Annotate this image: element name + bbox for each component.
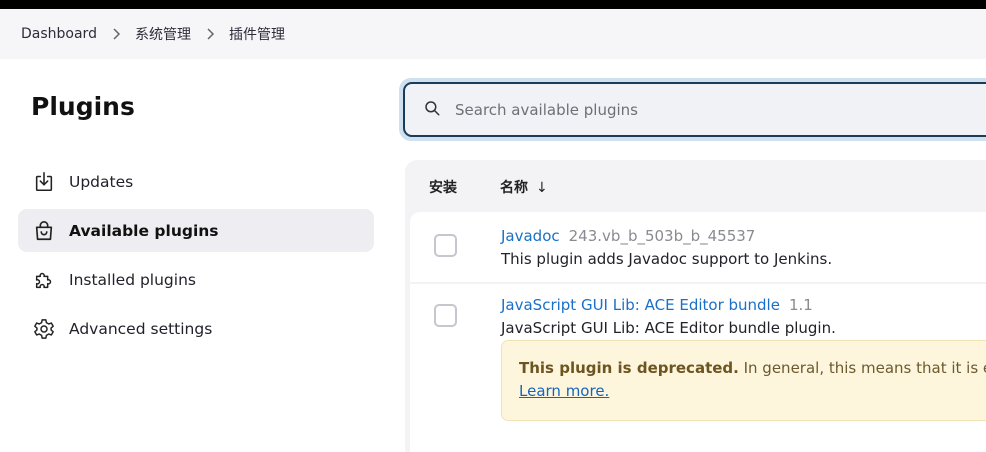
search-box [403,82,986,137]
sidebar-nav: Updates Available plugins Installed plug… [18,160,374,356]
plugin-description: This plugin adds Javadoc support to Jenk… [501,250,833,268]
plugins-table: 安装 名称 ↓ Javadoc 243.vb_b_503b_b_45537 This… [405,160,986,452]
chevron-right-icon [191,26,229,42]
column-header-name[interactable]: 名称 ↓ [500,177,548,197]
sidebar-item-label: Advanced settings [69,319,213,338]
search-icon [423,99,441,121]
breadcrumb-item-system-management[interactable]: 系统管理 [135,24,191,44]
sidebar-item-updates[interactable]: Updates [18,160,374,203]
sidebar-item-label: Installed plugins [69,270,196,289]
sidebar-item-installed-plugins[interactable]: Installed plugins [18,258,374,301]
table-header: 安装 名称 ↓ [405,160,986,212]
search-container [399,78,986,141]
column-header-install: 安装 [429,180,457,196]
plugin-version: 243.vb_b_503b_b_45537 [568,227,756,245]
sidebar-item-label: Updates [69,172,134,191]
table-row: JavaScript GUI Lib: ACE Editor bundle 1.1… [410,284,986,452]
puzzle-icon [32,268,56,292]
learn-more-link[interactable]: Learn more. [519,382,986,400]
plugin-version: 1.1 [788,296,813,314]
breadcrumb-item-dashboard[interactable]: Dashboard [21,26,97,42]
column-header-name-label: 名称 [500,180,528,196]
sidebar-item-advanced-settings[interactable]: Advanced settings [18,307,374,350]
chevron-right-icon [97,26,135,42]
plugin-name-link[interactable]: JavaScript GUI Lib: ACE Editor bundle [501,296,780,314]
warning-title: This plugin is deprecated. [519,359,739,377]
top-bar [0,0,986,9]
plugin-description: JavaScript GUI Lib: ACE Editor bundle pl… [501,319,836,337]
sidebar-item-available-plugins[interactable]: Available plugins [18,209,374,252]
breadcrumb-item-plugin-management[interactable]: 插件管理 [229,24,285,44]
breadcrumb: Dashboard 系统管理 插件管理 [0,9,986,59]
deprecation-warning: This plugin is deprecated. In general, t… [501,340,986,421]
search-input[interactable] [455,100,935,119]
sidebar-item-label: Available plugins [69,221,219,240]
page-title: Plugins [31,92,135,121]
plugin-name-link[interactable]: Javadoc [501,227,560,245]
gear-icon [32,317,56,341]
install-checkbox[interactable] [434,234,457,257]
shopping-bag-icon [32,219,56,243]
table-row: Javadoc 243.vb_b_503b_b_45537 This plugin… [410,212,986,282]
warning-text: In general, this means that it is eithe [743,359,986,377]
sort-down-icon: ↓ [536,180,548,196]
download-icon [32,170,56,194]
install-checkbox[interactable] [434,304,457,327]
